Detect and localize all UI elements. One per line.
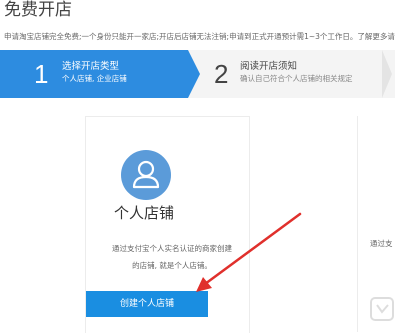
annotation-arrow xyxy=(196,212,302,292)
watermark-logo xyxy=(368,286,395,332)
